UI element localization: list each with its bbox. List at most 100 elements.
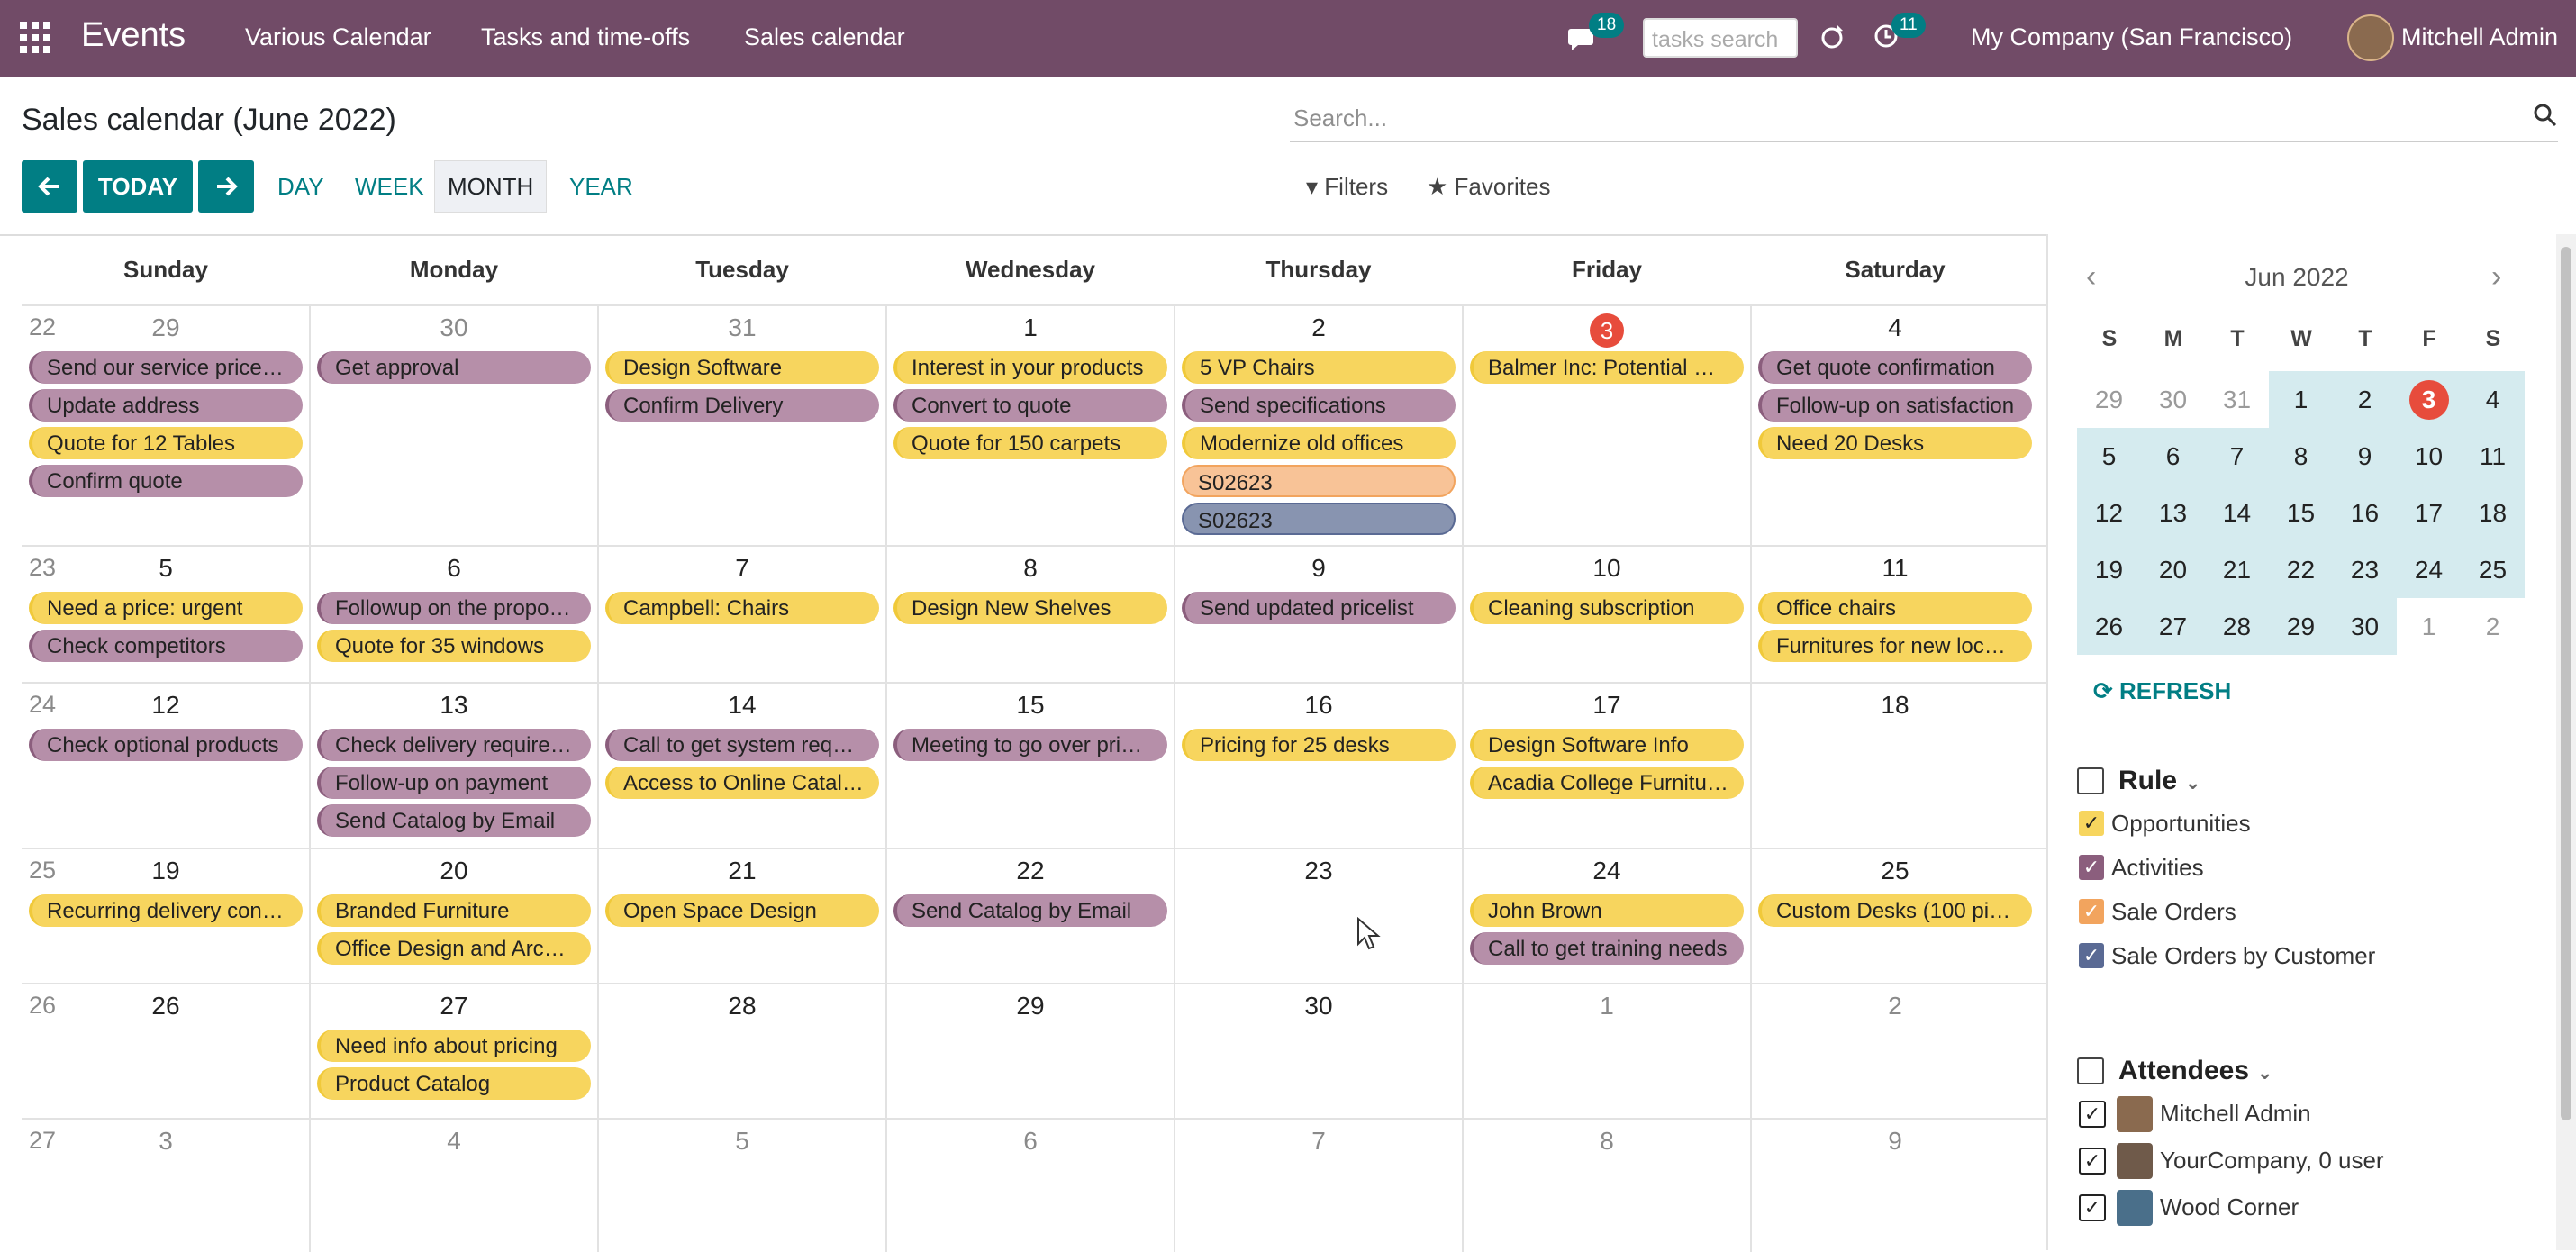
day-number[interactable]: 31 [598,313,886,342]
calendar-event[interactable]: Cleaning subscription [1470,592,1744,624]
scale-day-button[interactable]: DAY [265,160,337,213]
calendar-event[interactable]: 5 VP Chairs [1182,351,1456,384]
mini-day[interactable]: 22 [2269,541,2333,598]
calendar-event[interactable]: Send Catalog by Email [317,804,591,837]
day-number[interactable]: 1 [1463,992,1751,1021]
day-number[interactable]: 15 [886,691,1175,720]
day-number[interactable]: 10 [1463,554,1751,583]
calendar-event[interactable]: Recurring delivery contr... [29,894,303,927]
calendar-event[interactable]: Send Catalog by Email [893,894,1167,927]
rule-filter-label[interactable]: Sale Orders [2111,898,2236,926]
attendee-label[interactable]: Mitchell Admin [2160,1100,2311,1128]
calendar-event[interactable]: John Brown [1470,894,1744,927]
day-number[interactable]: 6 [886,1127,1175,1156]
search-icon[interactable] [2533,103,2558,135]
rule-filter-checkbox[interactable]: ✓ [2079,811,2104,836]
day-number[interactable]: 8 [886,554,1175,583]
day-number[interactable]: 23 [1175,857,1463,885]
calendar-event[interactable]: Get quote confirmation [1758,351,2032,384]
attendees-select-all-checkbox[interactable] [2077,1057,2104,1084]
mini-day[interactable]: 25 [2461,541,2525,598]
calendar-event[interactable]: Check delivery requirem... [317,729,591,761]
calendar-event[interactable]: Quote for 150 carpets [893,427,1167,459]
mini-day[interactable]: 6 [2141,428,2205,485]
calendar-event[interactable]: Call to get training needs [1470,932,1744,965]
calendar-event[interactable]: Update address [29,389,303,422]
mini-day[interactable]: 2 [2333,371,2397,428]
attendee-checkbox[interactable]: ✓ [2079,1148,2106,1175]
sync-icon[interactable] [1818,23,1846,59]
calendar-event[interactable]: Design New Shelves [893,592,1167,624]
calendar-event[interactable]: Product Catalog [317,1067,591,1100]
refresh-button[interactable]: ⟳ REFRESH [2093,677,2231,705]
calendar-event[interactable]: Campbell: Chairs [605,592,879,624]
day-number[interactable]: 3 [1463,313,1751,348]
attendee-label[interactable]: Wood Corner [2160,1193,2299,1221]
scale-week-button[interactable]: WEEK [342,160,437,213]
day-number[interactable]: 2 [1175,313,1463,342]
mini-day[interactable]: 5 [2077,428,2141,485]
calendar-event[interactable]: Send updated pricelist [1182,592,1456,624]
menu-tasks-time-offs[interactable]: Tasks and time-offs [481,23,690,51]
day-number[interactable]: 30 [1175,992,1463,1021]
mini-day[interactable]: 29 [2077,371,2141,428]
mini-day[interactable]: 9 [2333,428,2397,485]
calendar-event[interactable]: Send our service pricelist [29,351,303,384]
day-number[interactable]: 6 [310,554,598,583]
calendar-event[interactable]: Need 20 Desks [1758,427,2032,459]
calendar-event[interactable]: Acadia College Furnitures [1470,767,1744,799]
calendar-event[interactable]: Check optional products [29,729,303,761]
today-marker[interactable]: 3 [1590,313,1624,348]
day-number[interactable]: 12 [22,691,310,720]
mini-day[interactable]: 15 [2269,485,2333,541]
calendar-event[interactable]: Design Software [605,351,879,384]
day-number[interactable]: 5 [22,554,310,583]
calendar-event[interactable]: Need a price: urgent [29,592,303,624]
calendar-event[interactable]: Pricing for 25 desks [1182,729,1456,761]
company-switcher[interactable]: My Company (San Francisco) [1971,23,2292,51]
mini-day[interactable]: 3 [2397,371,2461,428]
day-number[interactable]: 9 [1751,1127,2039,1156]
mini-day[interactable]: 16 [2333,485,2397,541]
menu-sales-calendar[interactable]: Sales calendar [744,23,905,51]
mini-day[interactable]: 13 [2141,485,2205,541]
sidebar-scrollbar[interactable] [2556,234,2576,1250]
day-number[interactable]: 9 [1175,554,1463,583]
attendee-checkbox[interactable]: ✓ [2079,1194,2106,1221]
calendar-event[interactable]: Follow-up on payment [317,767,591,799]
rule-filter-checkbox[interactable]: ✓ [2079,855,2104,880]
day-number[interactable]: 19 [22,857,310,885]
menu-various-calendar[interactable]: Various Calendar [245,23,431,51]
day-number[interactable]: 17 [1463,691,1751,720]
day-number[interactable]: 5 [598,1127,886,1156]
mini-day[interactable]: 23 [2333,541,2397,598]
day-number[interactable]: 18 [1751,691,2039,720]
mini-day[interactable]: 1 [2397,598,2461,655]
calendar-event[interactable]: Follow-up on satisfaction [1758,389,2032,422]
mini-day[interactable]: 21 [2205,541,2269,598]
day-number[interactable]: 24 [1463,857,1751,885]
day-number[interactable]: 25 [1751,857,2039,885]
calendar-event[interactable]: Branded Furniture [317,894,591,927]
mini-day[interactable]: 28 [2205,598,2269,655]
calendar-event[interactable]: Furnitures for new locati... [1758,630,2032,662]
calendar-event[interactable]: Followup on the proposal [317,592,591,624]
mini-day[interactable]: 14 [2205,485,2269,541]
previous-button[interactable] [22,160,77,213]
apps-menu-icon[interactable] [20,22,52,54]
calendar-event[interactable]: Interest in your products [893,351,1167,384]
mini-day[interactable]: 18 [2461,485,2525,541]
calendar-event[interactable]: Office Design and Archit... [317,932,591,965]
rule-filter-label[interactable]: Opportunities [2111,810,2251,838]
rule-section-title[interactable]: Rule ⌄ [2118,766,2201,796]
mini-day[interactable]: 11 [2461,428,2525,485]
day-number[interactable]: 7 [598,554,886,583]
rule-filter-label[interactable]: Activities [2111,854,2204,882]
calendar-event[interactable]: Balmer Inc: Potential Di... [1470,351,1744,384]
mini-day[interactable]: 24 [2397,541,2461,598]
calendar-event[interactable]: S02623 [1182,503,1456,535]
favorites-button[interactable]: ★ Favorites [1427,173,1550,201]
day-number[interactable]: 1 [886,313,1175,342]
mini-day[interactable]: 27 [2141,598,2205,655]
user-menu[interactable]: Mitchell Admin [2401,23,2558,51]
